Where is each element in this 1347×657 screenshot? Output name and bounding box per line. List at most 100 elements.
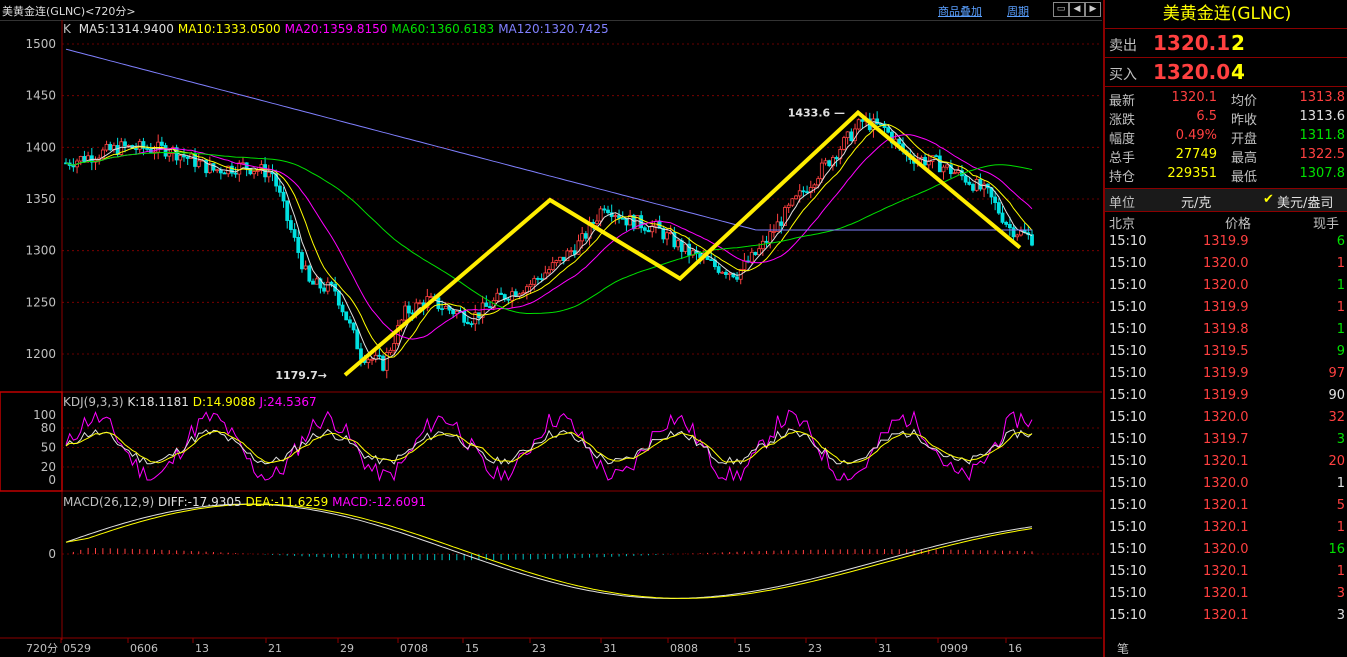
candle-body bbox=[595, 220, 599, 224]
kdj-tick-label: 0 bbox=[48, 473, 56, 487]
trade-time: 15:10 bbox=[1109, 542, 1147, 557]
kdj-d-line bbox=[65, 430, 1033, 464]
quote-row: 最新 1320.1 均价 1313.8 bbox=[1105, 89, 1347, 109]
ma-label-0: MA5:1314.9400 bbox=[78, 22, 174, 36]
kline-chart[interactable]: 1433.6 —1179.7→ 150014501400135013001250… bbox=[0, 20, 1102, 657]
check-icon: ✔ bbox=[1263, 192, 1274, 207]
trade-volume: 1 bbox=[1336, 476, 1345, 491]
candle-body bbox=[230, 165, 234, 174]
candle-body bbox=[742, 260, 747, 270]
candle-body bbox=[336, 290, 341, 306]
low-annotation: 1179.7→ bbox=[275, 369, 327, 382]
unit-option-gram[interactable]: 元/克 bbox=[1181, 192, 1211, 211]
kdj-name: KDJ(9,3,3) bbox=[63, 395, 124, 409]
quote-row: 幅度 0.49% 开盘 1311.8 bbox=[1105, 127, 1347, 147]
trade-price: 1320.0 bbox=[1203, 256, 1249, 271]
x-tick-label: 0909 bbox=[940, 642, 968, 655]
candle-body bbox=[823, 160, 828, 164]
trade-row: 15:10 1319.9 97 bbox=[1105, 363, 1347, 385]
x-tick-label: 23 bbox=[532, 642, 546, 655]
trades-header: 北京 价格 现手 bbox=[1105, 211, 1347, 232]
trade-time: 15:10 bbox=[1109, 476, 1147, 491]
ma-label-4: MA120:1320.7425 bbox=[498, 22, 609, 36]
trade-price: 1320.1 bbox=[1203, 454, 1249, 469]
kdj-legend: KDJ(9,3,3) K:18.1181 D:14.9088 J:24.5367 bbox=[63, 395, 317, 409]
trade-time: 15:10 bbox=[1109, 454, 1147, 469]
trade-volume: 1 bbox=[1336, 322, 1345, 337]
quote-value: 1320.1 bbox=[1171, 90, 1218, 105]
x-tick-label: 21 bbox=[268, 642, 282, 655]
trade-time: 15:10 bbox=[1109, 498, 1147, 513]
candle-body bbox=[842, 137, 846, 150]
trade-time: 15:10 bbox=[1109, 564, 1147, 579]
trade-row: 15:10 1319.8 1 bbox=[1105, 319, 1347, 341]
candle-body bbox=[82, 156, 87, 162]
candle-body bbox=[78, 156, 83, 162]
sell-volume: 2 bbox=[1231, 31, 1245, 55]
candle-body bbox=[300, 252, 304, 270]
candle-body bbox=[289, 220, 293, 230]
trade-volume: 20 bbox=[1328, 454, 1345, 469]
candle-body bbox=[436, 297, 441, 310]
candle-body bbox=[941, 166, 946, 173]
candle-body bbox=[311, 280, 315, 285]
trade-row: 15:10 1320.1 1 bbox=[1105, 517, 1347, 539]
ma-label-1: MA10:1333.0500 bbox=[177, 22, 281, 36]
quote-value: 1322.5 bbox=[1299, 147, 1346, 162]
x-tick-label: 16 bbox=[1008, 642, 1022, 655]
kdj-j-line bbox=[65, 409, 1033, 482]
trade-volume: 16 bbox=[1328, 542, 1345, 557]
x-tick-label: 0529 bbox=[63, 642, 91, 655]
candle-body bbox=[1004, 221, 1009, 225]
candle-body bbox=[558, 256, 562, 261]
candle-body bbox=[797, 190, 802, 197]
trade-row: 15:10 1319.9 6 bbox=[1105, 231, 1347, 253]
quote-label: 开盘 bbox=[1231, 132, 1258, 147]
candle-body bbox=[134, 148, 138, 150]
candle-body bbox=[532, 278, 537, 285]
price-tick-label: 1200 bbox=[25, 347, 56, 361]
candle-body bbox=[307, 265, 312, 282]
trade-row: 15:10 1320.1 5 bbox=[1105, 495, 1347, 517]
candle-body bbox=[167, 153, 172, 157]
candle-body bbox=[377, 354, 382, 357]
trade-volume: 3 bbox=[1336, 432, 1345, 447]
trade-volume: 1 bbox=[1336, 300, 1345, 315]
period-button[interactable]: 周期 bbox=[1007, 3, 1029, 19]
trade-volume: 90 bbox=[1328, 388, 1345, 403]
right-arrow-icon[interactable]: ▶ bbox=[1085, 2, 1101, 17]
candle-body bbox=[952, 172, 957, 175]
candle-body bbox=[580, 233, 585, 242]
price-tick-label: 1250 bbox=[25, 295, 56, 309]
trade-price: 1320.0 bbox=[1203, 476, 1249, 491]
restore-icon[interactable]: ▭ bbox=[1053, 2, 1069, 17]
candle-body bbox=[215, 169, 220, 172]
unit-option-ounce[interactable]: 美元/盎司 bbox=[1277, 192, 1333, 211]
quote-value: 0.49% bbox=[1175, 128, 1217, 143]
candle-body bbox=[484, 302, 489, 307]
x-tick-label: 15 bbox=[737, 642, 751, 655]
candle-body bbox=[956, 170, 961, 174]
candle-body bbox=[1015, 234, 1020, 238]
trade-price: 1320.1 bbox=[1203, 498, 1249, 513]
quote-value: 1307.8 bbox=[1299, 166, 1346, 181]
candle-body bbox=[646, 229, 651, 233]
trade-volume: 32 bbox=[1328, 410, 1345, 425]
candle-body bbox=[860, 119, 865, 122]
x-tick-label: 29 bbox=[340, 642, 354, 655]
candle-body bbox=[624, 218, 629, 226]
kdj-tick-label: 100 bbox=[33, 408, 56, 422]
candle-body bbox=[418, 302, 422, 305]
candle-body bbox=[786, 204, 791, 208]
buy-label: 买入 bbox=[1109, 67, 1137, 83]
quote-label: 昨收 bbox=[1231, 113, 1258, 128]
candle-body bbox=[757, 248, 762, 256]
left-arrow-icon[interactable]: ◀ bbox=[1069, 2, 1085, 17]
trade-time: 15:10 bbox=[1109, 344, 1147, 359]
x-tick-label: 0606 bbox=[130, 642, 158, 655]
candle-body bbox=[145, 147, 150, 150]
trade-volume: 1 bbox=[1336, 520, 1345, 535]
buy-price: 1320.0 bbox=[1153, 60, 1231, 84]
overlay-button[interactable]: 商品叠加 bbox=[938, 3, 982, 19]
x-tick-label: 23 bbox=[808, 642, 822, 655]
